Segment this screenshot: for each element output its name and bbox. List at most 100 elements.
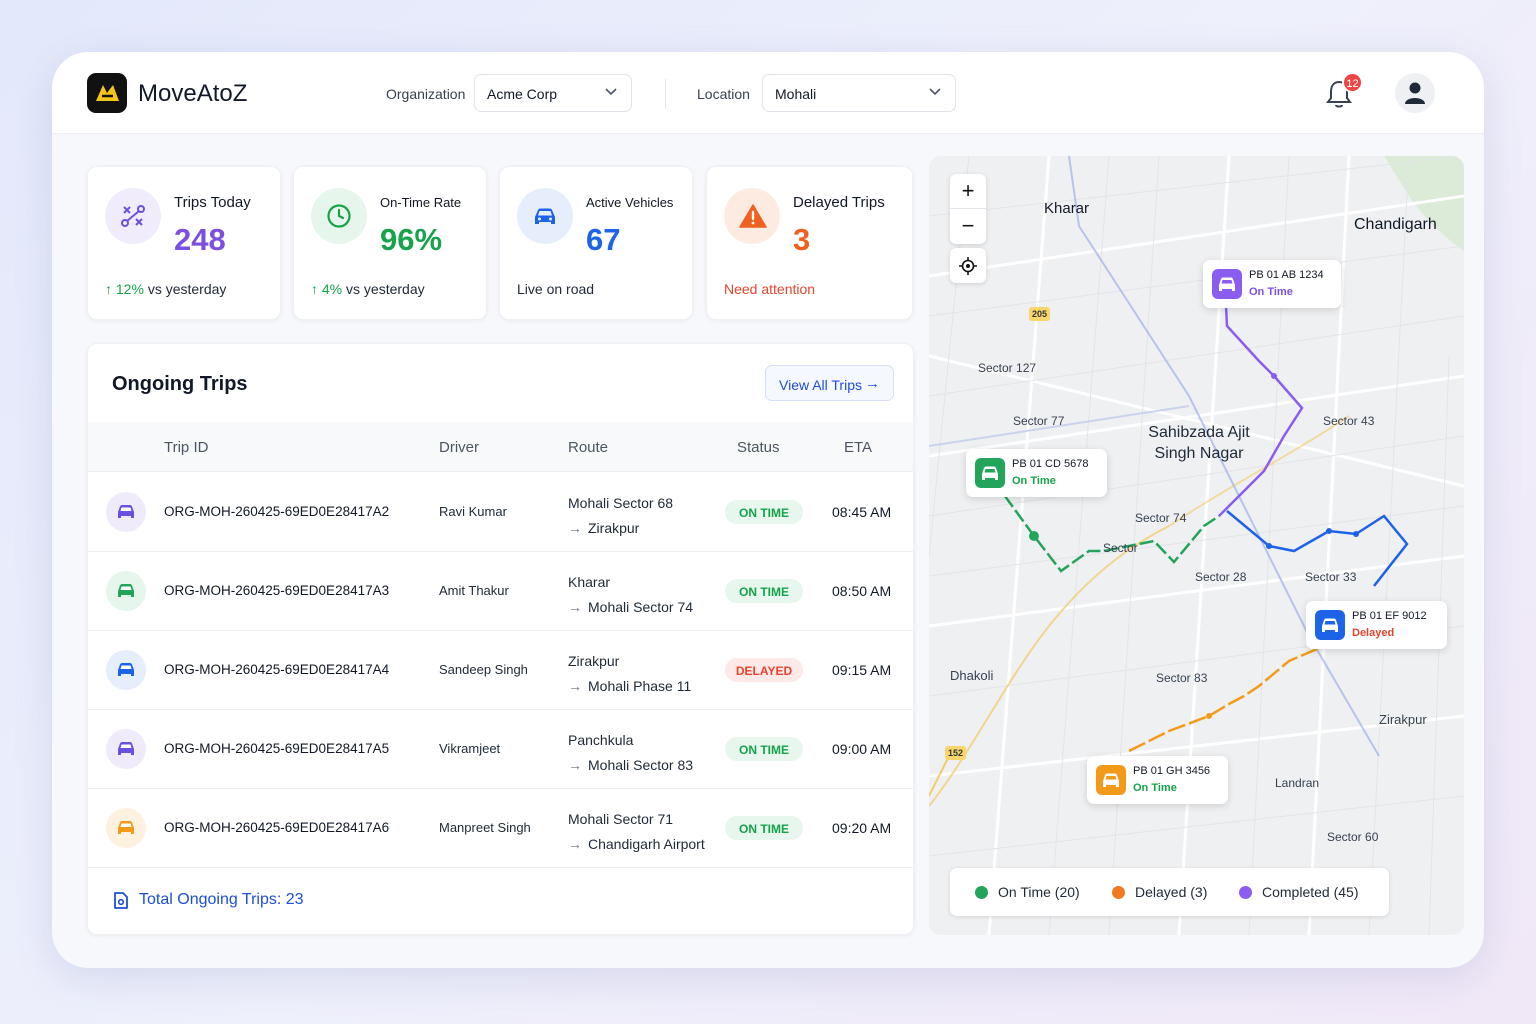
table-row[interactable]: ORG-MOH-260425-69ED0E28417A2 Ravi Kumar Mo… [88,473,913,552]
route-to-label: Mohali Sector 74 [588,599,694,615]
vehicle-icon-bg [975,458,1005,488]
route-to-label: Zirakpur [588,520,640,536]
kpi-card-trips-today[interactable]: Trips Today 248 ↑ 12% vs yesterday [87,166,281,320]
trip-id[interactable]: ORG-MOH-260425-69ED0E28417A5 [164,741,389,756]
map-label-sector-33: Sector 33 [1305,570,1357,584]
organization-value: Acme Corp [487,86,558,102]
clock-icon [327,204,351,228]
column-header-status[interactable]: Status [737,439,780,456]
map-label-zirakpur: Zirakpur [1379,712,1427,727]
legend-delayed[interactable]: Delayed (3) [1112,884,1207,900]
view-all-trips-button[interactable]: View All Trips → [765,365,894,401]
zoom-out-button[interactable]: − [950,209,986,244]
column-header-eta[interactable]: ETA [844,439,872,456]
kpi-value: 96% [380,222,443,257]
table-row[interactable]: ORG-MOH-260425-69ED0E28417A5 Vikramjeet Pa… [88,710,913,789]
arrow-right-icon: → [568,520,582,536]
location-select[interactable]: Mohali [762,74,956,112]
vehicle-status: On Time [1249,286,1293,298]
vehicle-marker-pb01gh3456[interactable]: PB 01 GH 3456 On Time [1087,756,1228,804]
table-row[interactable]: ORG-MOH-260425-69ED0E28417A6 Manpreet Sin… [88,789,913,868]
zoom-in-button[interactable]: + [950,174,986,209]
kpi-value: 248 [174,222,226,257]
status-badge: ON TIME [725,500,803,524]
route-to: → Mohali Sector 74 [568,599,693,615]
app-logo[interactable] [87,73,127,113]
car-window [120,744,132,748]
kpi-value: 67 [586,222,621,257]
kpi-sub: vs yesterday [147,281,227,297]
map-label-kharar: Kharar [1044,200,1090,217]
chevron-down-icon [929,88,941,96]
legend-label: Completed (45) [1262,884,1359,900]
car-shape [118,584,134,597]
column-header-trip-id[interactable]: Trip ID [164,439,208,456]
arrow-right-icon: → [568,836,582,852]
car-icon [535,208,555,224]
trip-id[interactable]: ORG-MOH-260425-69ED0E28417A6 [164,820,389,835]
route-to-label: Mohali Sector 83 [588,757,694,773]
eta: 09:00 AM [832,741,892,757]
vehicle-marker-pb01ef9012[interactable]: PB 01 EF 9012 Delayed [1306,601,1447,649]
arrow-up-icon: ↑ [311,281,322,297]
trip-id[interactable]: ORG-MOH-260425-69ED0E28417A3 [164,583,389,598]
kpi-icon-bg [724,188,780,244]
app-name: MoveAtoZ [138,80,248,107]
table-row[interactable]: ORG-MOH-260425-69ED0E28417A4 Sandeep Sing… [88,631,913,710]
car-icon [1322,618,1338,632]
total-label: Total Ongoing Trips: 23 [139,891,304,908]
legend-completed[interactable]: Completed (45) [1239,884,1359,900]
route-from: Mohali Sector 68 [568,495,674,511]
table-header: Trip ID Driver Route Status ETA [88,422,913,472]
kpi-title: Delayed Trips [793,194,885,211]
car-window [120,586,132,590]
trip-id[interactable]: ORG-MOH-260425-69ED0E28417A2 [164,504,389,519]
kpi-sub: Live on road [517,281,595,297]
vehicle-status: On Time [1012,475,1056,487]
column-header-driver[interactable]: Driver [439,439,479,456]
chevron-down-icon [605,88,617,96]
driver-name: Manpreet Singh [439,820,531,835]
ongoing-trips-title: Ongoing Trips [112,373,248,395]
warning-icon [739,204,767,228]
vehicle-status: Delayed [1352,627,1395,639]
arrow-right-icon: → [568,599,582,615]
locate-button[interactable] [950,248,986,283]
route-to-label: Mohali Phase 11 [588,678,692,694]
column-header-route[interactable]: Route [568,439,608,456]
kpi-delta: 4% [321,281,343,297]
legend-on-time[interactable]: On Time (20) [975,884,1080,900]
map-label-sector: Sector [1103,541,1138,555]
row-icon-bg [106,808,146,848]
row-icon-bg [106,729,146,769]
trip-id[interactable]: ORG-MOH-260425-69ED0E28417A4 [164,662,389,677]
car-window [120,507,132,511]
eta: 09:20 AM [832,820,892,836]
map-label-sector-43: Sector 43 [1323,414,1375,428]
vehicle-marker-pb01ab1234[interactable]: PB 01 AB 1234 On Time [1203,260,1341,308]
user-avatar[interactable] [1395,73,1435,113]
app-window: MoveAtoZ Organization Acme Corp Location… [52,52,1484,968]
organization-select[interactable]: Acme Corp [474,74,632,112]
arrow-right-icon: → [568,757,582,773]
table-row[interactable]: ORG-MOH-260425-69ED0E28417A3 Amit Thakur K… [88,552,913,631]
status-badge: DELAYED [725,658,803,682]
vehicle-status: On Time [1133,782,1177,794]
car-shape [118,821,134,834]
kpi-card-active-vehicles[interactable]: Active Vehicles 67 Live on road [499,166,693,320]
kpi-card-on-time-rate[interactable]: On-Time Rate 96% ↑ 4% vs yesterday [293,166,487,320]
kpi-card-delayed-trips[interactable]: Delayed Trips 3 Need attention [706,166,913,320]
ongoing-trips-panel: Ongoing Trips View All Trips → Trip ID D… [87,343,914,935]
crosshair-icon [959,257,977,275]
row-icon-bg [106,492,146,532]
kpi-value: 3 [793,222,811,257]
live-map[interactable]: Kharar Chandigarh Sector 127 Sector 77 S… [929,156,1464,935]
kpi-subtext: ↑ 4% vs yesterday [311,281,425,297]
vehicle-marker-pb01cd5678[interactable]: PB 01 CD 5678 On Time [966,449,1107,497]
map-label-dhakoli: Dhakoli [950,668,994,683]
divider [665,79,666,109]
highway-marker-205: 205 [1029,307,1051,321]
map-label-sector-28: Sector 28 [1195,570,1247,584]
kpi-icon-bg [105,188,161,244]
kpi-icon-bg [517,188,573,244]
